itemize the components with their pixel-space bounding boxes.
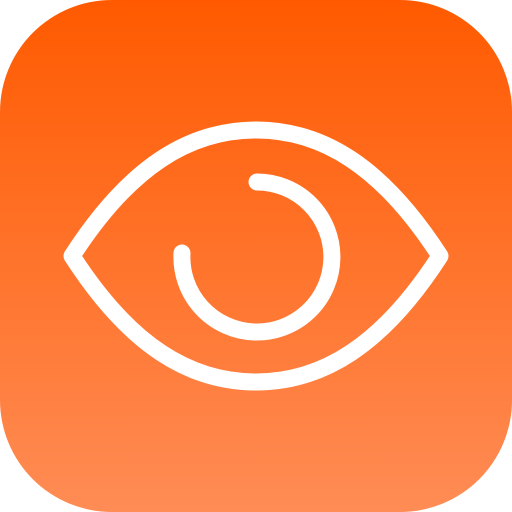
app-icon[interactable] <box>0 0 512 512</box>
eye-outline <box>63 121 449 391</box>
eye-icon <box>63 121 449 391</box>
pupil-arc <box>173 173 341 341</box>
